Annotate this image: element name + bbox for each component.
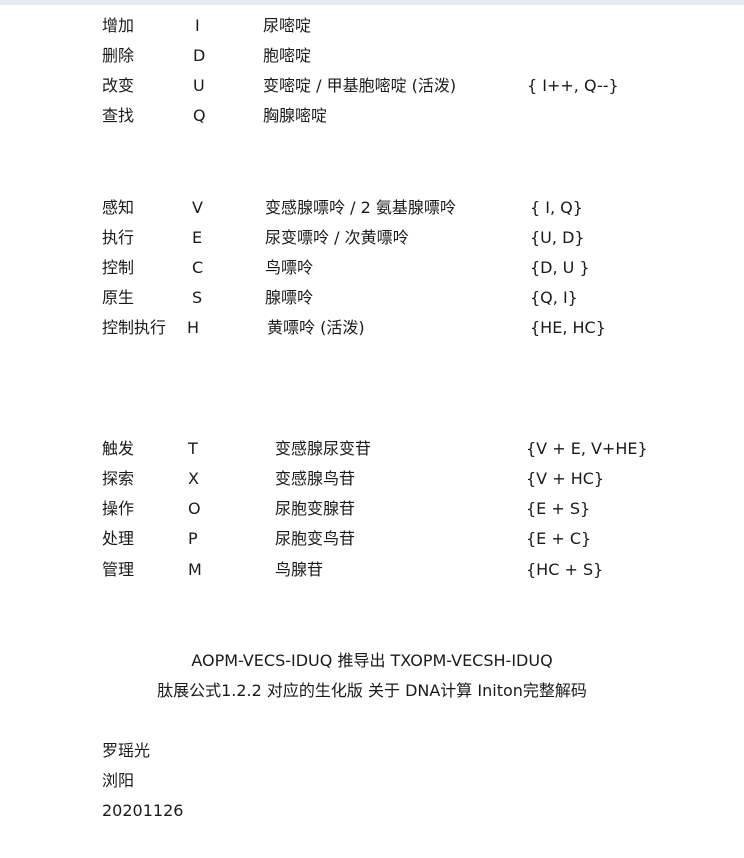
rule-set: {Q, I} — [530, 288, 578, 307]
rule-set: {D, U } — [530, 258, 590, 277]
operation-code: V — [192, 198, 203, 217]
base-name: 尿胞变腺苷 — [275, 499, 356, 518]
operation-code: U — [193, 76, 205, 95]
operation-code: E — [192, 228, 203, 247]
top-bar — [0, 0, 744, 5]
operation-name: 操作 — [102, 499, 135, 518]
operation-name: 改变 — [102, 76, 135, 95]
location: 浏阳 — [102, 771, 135, 790]
operation-name: 原生 — [102, 288, 135, 307]
operation-name: 探索 — [102, 469, 135, 488]
base-name: 尿嘧啶 — [263, 16, 312, 35]
operation-code: H — [187, 318, 200, 337]
rule-set: {U, D} — [530, 228, 585, 247]
operation-name: 查找 — [102, 106, 135, 125]
rule-set: {HC + S} — [526, 560, 604, 579]
base-name: 鸟嘌呤 — [265, 258, 314, 277]
base-name: 胞嘧啶 — [263, 46, 312, 65]
rule-set: {V + E, V+HE} — [526, 439, 648, 458]
operation-name: 增加 — [102, 16, 135, 35]
operation-code: C — [192, 258, 204, 277]
operation-code: T — [188, 439, 198, 458]
rule-set: {HE, HC} — [530, 318, 606, 337]
base-name: 变感腺尿变苷 — [275, 439, 372, 458]
base-name: 变感腺嘌呤 / 2 氨基腺嘌呤 — [265, 198, 456, 217]
operation-name: 控制执行 — [102, 318, 167, 337]
operation-code: O — [188, 499, 201, 518]
rule-set: {E + S} — [526, 499, 591, 518]
formula-description: 肽展公式1.2.2 对应的生化版 关于 DNA计算 Initon完整解码 — [157, 681, 587, 700]
rule-set: {V + HC} — [526, 469, 605, 488]
operation-code: P — [188, 529, 198, 548]
operation-name: 删除 — [102, 46, 135, 65]
operation-name: 触发 — [102, 439, 135, 458]
author-name: 罗瑶光 — [102, 741, 151, 760]
operation-name: 执行 — [102, 228, 135, 247]
operation-code: I — [195, 16, 200, 35]
operation-code: D — [193, 46, 206, 65]
base-name: 胸腺嘧啶 — [263, 106, 328, 125]
date: 20201126 — [102, 801, 184, 820]
operation-code: S — [192, 288, 203, 307]
operation-code: X — [188, 469, 199, 488]
base-name: 尿胞变鸟苷 — [275, 529, 356, 548]
base-name: 尿变嘌呤 / 次黄嘌呤 — [265, 228, 409, 247]
rule-set: { I++, Q--} — [527, 76, 619, 95]
operation-code: M — [188, 560, 202, 579]
base-name: 鸟腺苷 — [275, 560, 324, 579]
rule-set: {E + C} — [526, 529, 592, 548]
base-name: 腺嘌呤 — [265, 288, 314, 307]
operation-name: 控制 — [102, 258, 135, 277]
base-name: 变嘧啶 / 甲基胞嘧啶 (活泼) — [263, 76, 457, 95]
rule-set: { I, Q} — [530, 198, 583, 217]
formula-derivation: AOPM-VECS-IDUQ 推导出 TXOPM-VECSH-IDUQ — [191, 651, 553, 670]
base-name: 变感腺鸟苷 — [275, 469, 356, 488]
operation-name: 感知 — [102, 198, 135, 217]
operation-name: 管理 — [102, 560, 135, 579]
base-name: 黄嘌呤 (活泼) — [267, 318, 365, 337]
operation-name: 处理 — [102, 529, 135, 548]
operation-code: Q — [193, 106, 206, 125]
